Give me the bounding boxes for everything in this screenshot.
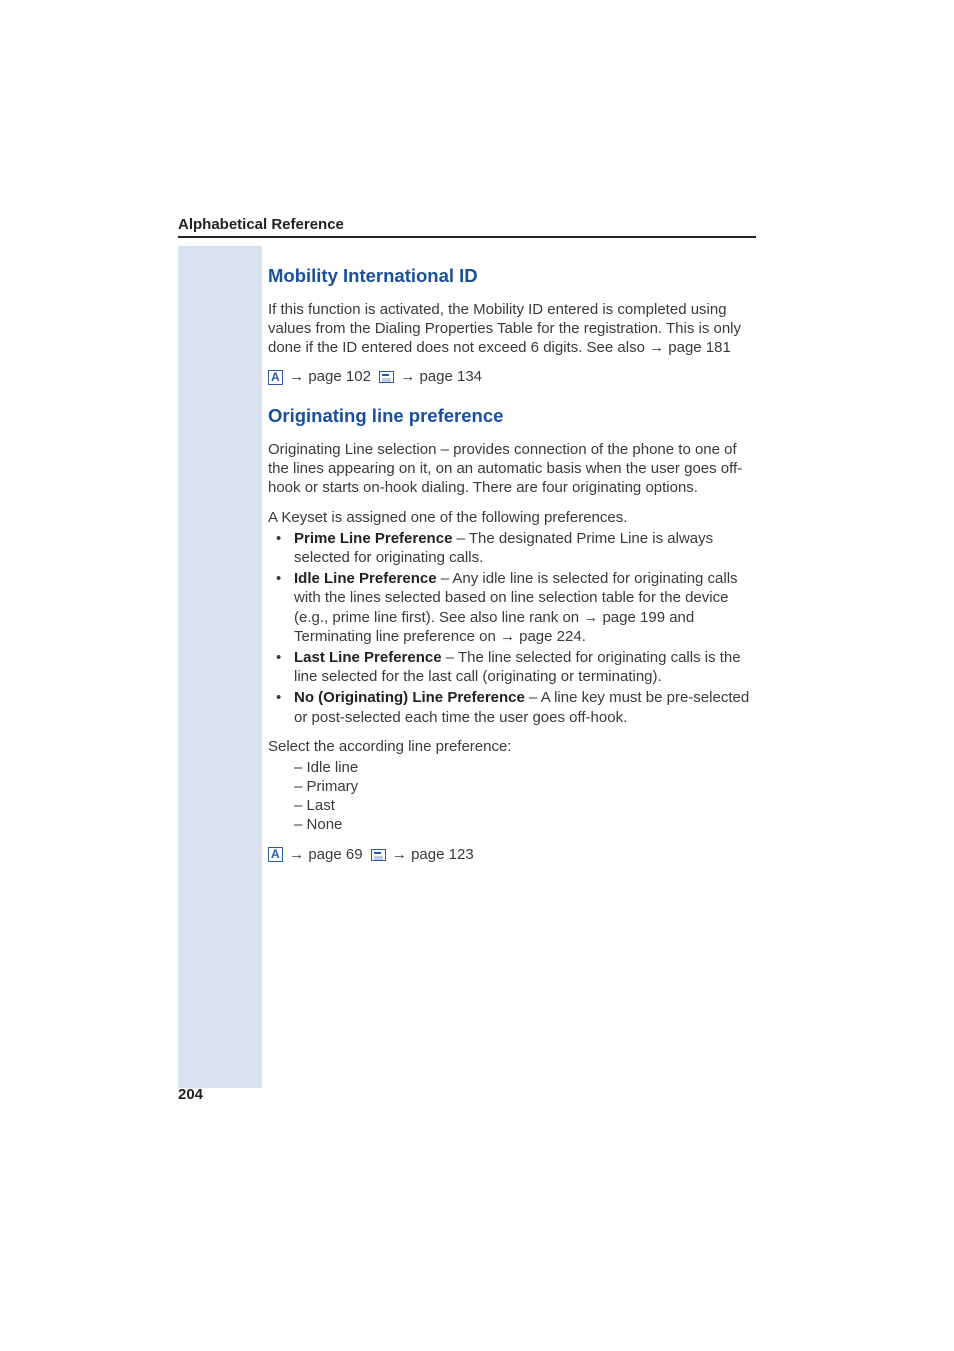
option-none: None (294, 815, 758, 834)
originating-ref-admin-link[interactable]: page 69 (308, 846, 362, 863)
preference-options-list: Idle line Primary Last None (268, 758, 758, 835)
option-primary: Primary (294, 777, 758, 796)
mobility-ref-admin-link[interactable]: page 102 (308, 368, 371, 385)
option-last: Last (294, 796, 758, 815)
bullet-last-line: Last Line Preference – The line selected… (268, 648, 758, 686)
bullet-label: Idle Line Preference (294, 570, 437, 587)
originating-refs: → page 69 → page 123 (268, 845, 758, 864)
bullet-text-c: . (582, 628, 586, 645)
arrow-icon: → (583, 609, 598, 626)
originating-para1: Originating Line selection – provides co… (268, 440, 758, 498)
originating-para3: Select the according line preference: (268, 737, 758, 756)
mobility-paragraph: If this function is activated, the Mobil… (268, 300, 758, 358)
heading-mobility-international-id: Mobility International ID (268, 264, 758, 288)
bullet-label: Last Line Preference (294, 649, 442, 666)
admin-icon (268, 370, 283, 385)
page-header-title: Alphabetical Reference (178, 216, 778, 233)
mobility-ref-phone-link[interactable]: page 134 (419, 368, 482, 385)
phone-icon (371, 849, 386, 861)
arrow-icon: → (392, 846, 407, 863)
page-number: 204 (178, 1086, 203, 1103)
bullet-label: No (Originating) Line Preference (294, 689, 525, 706)
admin-icon (268, 847, 283, 862)
bullet-no-line: No (Originating) Line Preference – A lin… (268, 688, 758, 726)
originating-para2: A Keyset is assigned one of the followin… (268, 508, 758, 527)
arrow-icon: → (289, 368, 304, 385)
arrow-icon: → (289, 846, 304, 863)
bullet-idle-line: Idle Line Preference – Any idle line is … (268, 569, 758, 646)
left-sidebar-bar (178, 246, 262, 1088)
header-rule (178, 236, 756, 238)
bullet-label: Prime Line Preference (294, 530, 452, 547)
mobility-see-also-link[interactable]: page 181 (668, 339, 731, 356)
bullet-prime-line: Prime Line Preference – The designated P… (268, 529, 758, 567)
bullet-link2[interactable]: page 224 (519, 628, 582, 645)
main-content: Mobility International ID If this functi… (268, 256, 758, 878)
originating-ref-phone-link[interactable]: page 123 (411, 846, 474, 863)
mobility-refs: → page 102 → page 134 (268, 367, 758, 386)
bullet-link1[interactable]: page 199 (602, 609, 665, 626)
arrow-icon: → (500, 628, 515, 645)
arrow-icon: → (400, 368, 415, 385)
option-idle-line: Idle line (294, 758, 758, 777)
phone-icon (379, 371, 394, 383)
arrow-icon: → (649, 339, 664, 356)
preference-bullet-list: Prime Line Preference – The designated P… (268, 529, 758, 727)
heading-originating-line-preference: Originating line preference (268, 404, 758, 428)
